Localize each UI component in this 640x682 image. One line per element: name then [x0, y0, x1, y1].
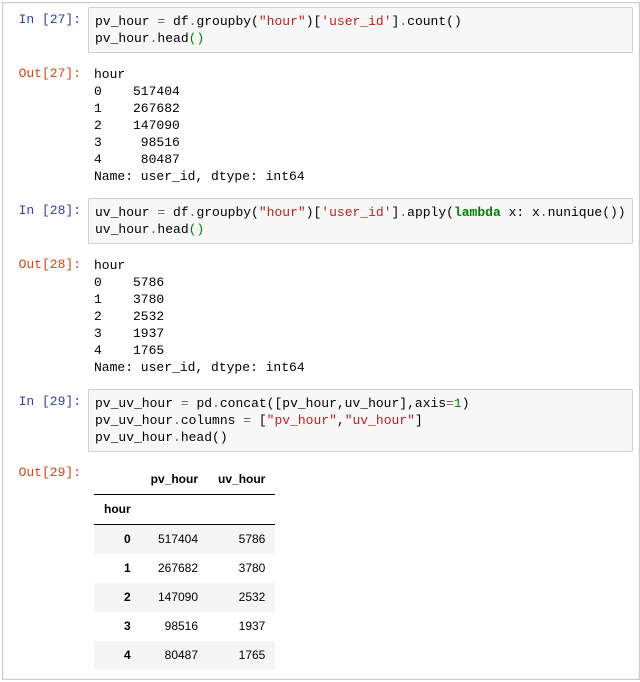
- table-row: 3985161937: [94, 612, 275, 641]
- cell-29-out: Out[29]: pv_hour uv_hour hour 051740: [3, 456, 639, 679]
- code-input-27[interactable]: pv_hour = df.groupby("hour")['user_id'].…: [88, 7, 633, 53]
- table-cell: 267682: [141, 554, 208, 583]
- text-output-27: hour 0 517404 1 267682 2 147090 3 98516 …: [88, 61, 639, 190]
- in-prompt-28: In [28]:: [3, 198, 88, 223]
- table-col-0: pv_hour: [141, 465, 208, 495]
- cell-28-in: In [28]: uv_hour = df.groupby("hour")['u…: [3, 194, 639, 248]
- cell-28-out: Out[28]: hour 0 5786 1 3780 2 2532 3 193…: [3, 248, 639, 385]
- dataframe-output-29: pv_hour uv_hour hour 0517404578612676823…: [88, 460, 639, 675]
- table-cell: 98516: [141, 612, 208, 641]
- table-index-name-row: hour: [94, 495, 275, 525]
- out-prompt-28: Out[28]:: [3, 252, 88, 277]
- text-output-28: hour 0 5786 1 3780 2 2532 3 1937 4 1765 …: [88, 252, 639, 381]
- table-row-index: 1: [94, 554, 141, 583]
- table-cell: 1765: [208, 641, 275, 670]
- table-header-row: pv_hour uv_hour: [94, 465, 275, 495]
- table-row: 12676823780: [94, 554, 275, 583]
- table-row-index: 2: [94, 583, 141, 612]
- table-cell: 80487: [141, 641, 208, 670]
- out-prompt-27: Out[27]:: [3, 61, 88, 86]
- table-cell: 2532: [208, 583, 275, 612]
- table-row: 4804871765: [94, 641, 275, 670]
- in-prompt-29: In [29]:: [3, 389, 88, 414]
- cell-27-out: Out[27]: hour 0 517404 1 267682 2 147090…: [3, 57, 639, 194]
- out-prompt-29: Out[29]:: [3, 460, 88, 485]
- table-row: 21470902532: [94, 583, 275, 612]
- table-cell: 517404: [141, 525, 208, 555]
- notebook: In [27]: pv_hour = df.groupby("hour")['u…: [2, 2, 640, 680]
- cell-27-in: In [27]: pv_hour = df.groupby("hour")['u…: [3, 3, 639, 57]
- table-cell: 1937: [208, 612, 275, 641]
- table-col-1: uv_hour: [208, 465, 275, 495]
- table-row-index: 3: [94, 612, 141, 641]
- table-body: 0517404578612676823780214709025323985161…: [94, 525, 275, 671]
- table-header-blank: [94, 465, 141, 495]
- code-input-29[interactable]: pv_uv_hour = pd.concat([pv_hour,uv_hour]…: [88, 389, 633, 452]
- table-row: 05174045786: [94, 525, 275, 555]
- table-row-index: 4: [94, 641, 141, 670]
- dataframe-table: pv_hour uv_hour hour 0517404578612676823…: [94, 465, 275, 670]
- table-cell: 3780: [208, 554, 275, 583]
- table-cell: 5786: [208, 525, 275, 555]
- table-cell: 147090: [141, 583, 208, 612]
- code-input-28[interactable]: uv_hour = df.groupby("hour")['user_id'].…: [88, 198, 633, 244]
- cell-29-in: In [29]: pv_uv_hour = pd.concat([pv_hour…: [3, 385, 639, 456]
- table-index-name: hour: [94, 495, 141, 525]
- table-row-index: 0: [94, 525, 141, 555]
- in-prompt-27: In [27]:: [3, 7, 88, 32]
